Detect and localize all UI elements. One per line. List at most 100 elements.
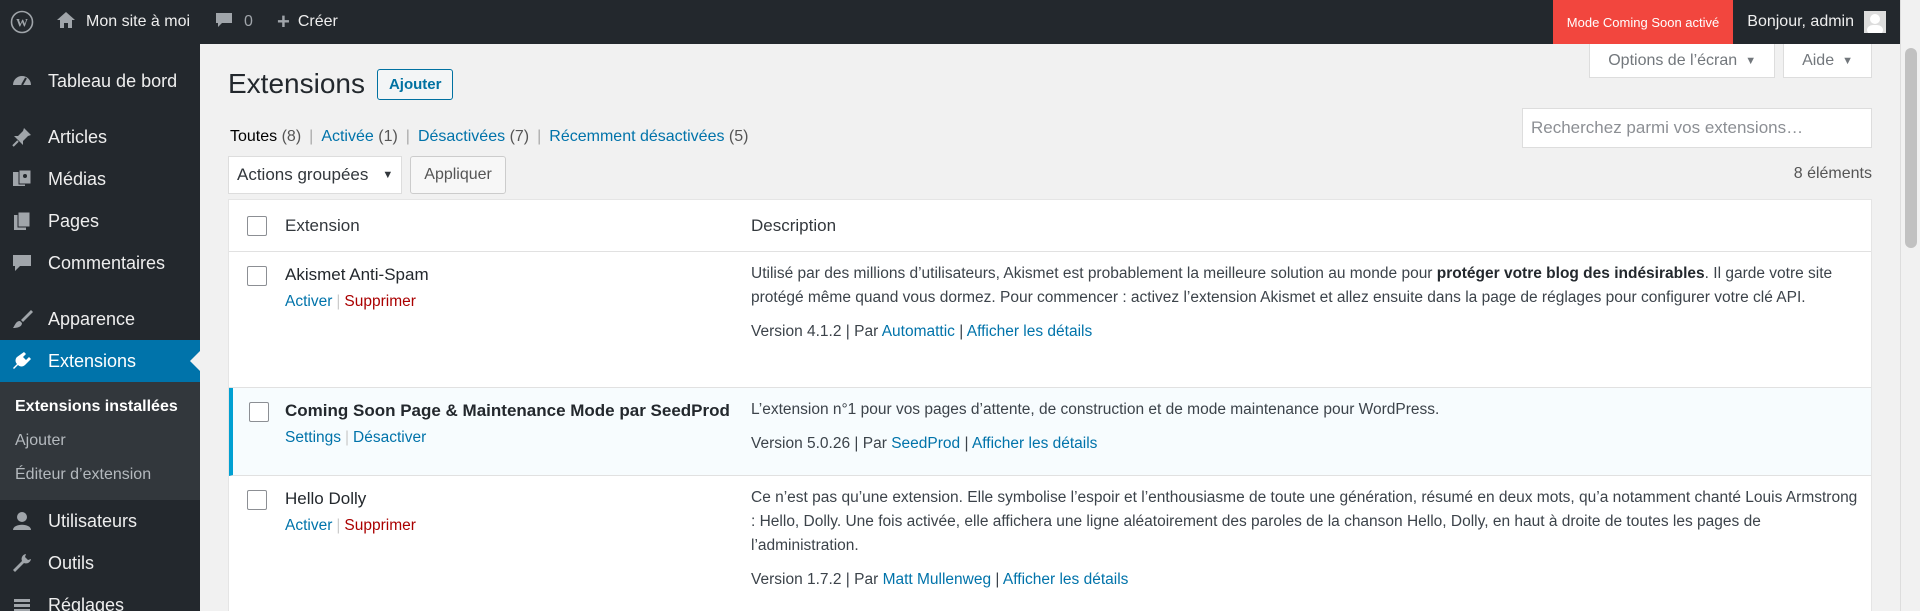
sidebar-item-label: Commentaires [48,252,166,273]
sidebar-item-label: Articles [48,126,108,147]
page-scrollbar[interactable] [1900,0,1920,611]
by-label: Par [854,571,879,588]
sidebar-item-label: Utilisateurs [48,510,138,531]
by-label: Par [854,323,879,340]
table-row: Hello Dolly Activer | Supprimer Ce n’est p… [229,476,1871,611]
delete-link[interactable]: Supprimer [344,293,416,310]
plugin-search-input[interactable] [1522,108,1872,148]
media-icon [10,167,34,191]
comments-count: 0 [244,13,253,30]
author-link[interactable]: SeedProd [891,435,960,452]
plugin-meta: Version 4.1.2 | Par Automattic | Affiche… [751,323,1093,340]
svg-text:W: W [16,16,28,30]
details-link[interactable]: Afficher les détails [972,435,1098,452]
plus-icon: + [276,9,290,34]
pages-icon [10,209,34,233]
filter-inactive[interactable]: Désactivées (7) [418,128,529,146]
screen-options-button[interactable]: Options de l’écran ▼ [1589,44,1776,78]
by-label: Par [862,435,887,452]
sidebar-item-label: Pages [48,210,100,231]
sidebar-item-label: Extensions [48,350,137,371]
site-name: Mon site à moi [86,13,191,30]
filter-inactive-count: (7) [509,128,530,145]
settings-icon [10,593,34,611]
plugin-name: Coming Soon Page & Maintenance Mode par … [285,401,730,420]
admin-bar: W Mon site à moi 0 + Créer Mode Coming S… [0,0,1900,44]
wordpress-logo-icon[interactable]: W [0,0,44,44]
filter-active-label: Activée [321,128,374,145]
select-all-checkbox[interactable] [247,215,267,236]
delete-link[interactable]: Supprimer [344,517,416,534]
sidebar-item-settings[interactable]: Réglages [0,584,200,611]
row-checkbox[interactable] [247,266,267,286]
new-content-link[interactable]: + Créer [265,0,350,44]
details-link[interactable]: Afficher les détails [967,323,1093,340]
plugin-name: Akismet Anti-Spam [285,265,429,284]
page-title: Extensions [228,68,365,99]
filter-all-count: (8) [281,128,302,145]
author-link[interactable]: Matt Mullenweg [883,571,992,588]
filter-recent-label: Récemment désactivées [549,128,725,145]
submenu-add-extension[interactable]: Ajouter [0,424,200,458]
plugin-version: Version 5.0.26 [751,435,851,452]
settings-link[interactable]: Settings [285,429,341,446]
user-icon [10,509,34,533]
extensions-submenu: Extensions installées Ajouter Éditeur d’… [0,382,200,500]
scroll-thumb[interactable] [1905,48,1917,248]
table-row: Coming Soon Page & Maintenance Mode par … [229,388,1871,476]
screen-meta-links: Options de l’écran ▼ Aide ▼ [1589,44,1872,78]
sidebar-item-extensions[interactable]: Extensions [0,340,200,382]
row-checkbox[interactable] [247,490,267,510]
filter-active[interactable]: Activée (1) [321,128,397,146]
description-text: Ce n’est pas qu’une extension. Elle symb… [751,489,1858,554]
filter-recently-inactive[interactable]: Récemment désactivées (5) [549,128,748,146]
plugin-status-filters: Toutes (8) | Activée (1) | Désactivées (… [230,128,749,146]
column-header-description: Description [751,215,837,235]
avatar [1864,11,1886,33]
comments-link[interactable]: 0 [202,0,265,44]
sidebar-item-tools[interactable]: Outils [0,542,200,584]
plugins-table: Extension Description Akismet Anti-Spam … [228,199,1872,611]
filter-active-count: (1) [378,128,398,145]
comment-bubble-icon [214,11,234,34]
plugin-meta: Version 5.0.26 | Par SeedProd | Afficher… [751,435,1098,452]
items-count: 8 éléments [1793,165,1872,182]
triangle-down-icon: ▼ [382,169,394,181]
submenu-installed-extensions[interactable]: Extensions installées [0,390,200,424]
sidebar-item-comments[interactable]: Commentaires [0,242,200,284]
account-menu[interactable]: Bonjour, admin [1733,11,1900,33]
column-header-extension: Extension [285,215,360,235]
sidebar-item-media[interactable]: Médias [0,158,200,200]
dashboard-icon [10,69,34,93]
deactivate-link[interactable]: Désactiver [353,429,426,446]
help-button[interactable]: Aide ▼ [1783,44,1872,78]
apply-button[interactable]: Appliquer [410,156,506,194]
admin-sidebar: Tableau de bord Articles Médias Pages Co… [0,44,200,611]
brush-icon [10,307,34,331]
details-link[interactable]: Afficher les détails [1003,571,1129,588]
plugin-icon [10,349,34,373]
row-checkbox[interactable] [249,402,269,422]
sidebar-item-label: Outils [48,552,95,573]
sidebar-item-dashboard[interactable]: Tableau de bord [0,60,200,102]
add-plugin-button[interactable]: Ajouter [376,68,454,100]
sidebar-item-appearance[interactable]: Apparence [0,298,200,340]
help-label: Aide [1802,51,1835,69]
screen-options-label: Options de l’écran [1608,51,1738,69]
pin-icon [10,125,34,149]
submenu-extension-editor[interactable]: Éditeur d’extension [0,458,200,492]
site-name-link[interactable]: Mon site à moi [44,0,202,44]
sidebar-item-pages[interactable]: Pages [0,200,200,242]
triangle-down-icon: ▼ [1745,54,1757,67]
author-link[interactable]: Automattic [882,323,955,340]
filter-all[interactable]: Toutes (8) [230,128,301,146]
sidebar-item-users[interactable]: Utilisateurs [0,500,200,542]
activate-link[interactable]: Activer [285,293,332,310]
sidebar-item-label: Médias [48,168,107,189]
sidebar-item-label: Réglages [48,594,125,611]
sidebar-item-articles[interactable]: Articles [0,116,200,158]
coming-soon-badge[interactable]: Mode Coming Soon activé [1552,0,1734,44]
greeting: Bonjour, admin [1747,13,1854,30]
bulk-actions-select[interactable]: Actions groupées ▼ [228,156,403,194]
activate-link[interactable]: Activer [285,517,332,534]
